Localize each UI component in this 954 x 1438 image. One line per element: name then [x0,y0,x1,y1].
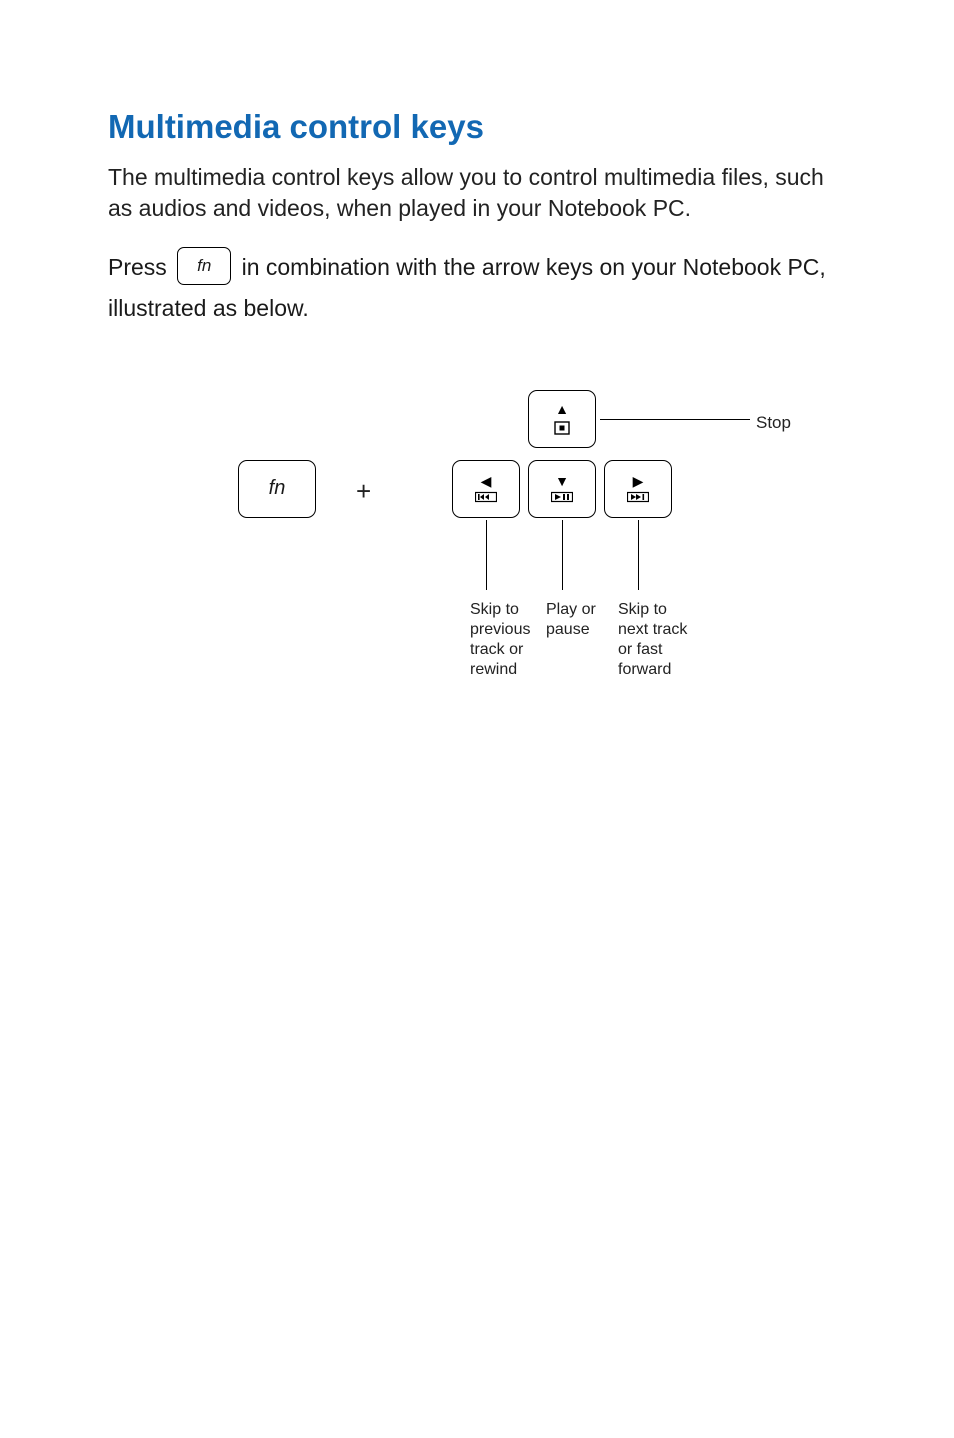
callout-line-down [562,520,563,590]
press-prefix: Press [108,254,173,280]
callout-line-stop [600,419,750,420]
play-pause-icon [551,491,573,503]
arrow-left-key: ◀ [452,460,520,518]
down-arrow-icon: ▼ [555,474,569,488]
callout-line-left [486,520,487,590]
previous-label: Skip to previous track or rewind [470,600,550,680]
arrow-up-key: ▲ [528,390,596,448]
play-pause-label: Play or pause [546,600,606,640]
fn-key-label: fn [269,477,286,500]
stop-icon [554,419,570,435]
arrow-down-key: ▼ [528,460,596,518]
up-arrow-icon: ▲ [555,402,569,416]
fn-key-inline: fn [177,247,231,285]
callout-line-right [638,520,639,590]
plus-symbol: + [356,476,371,507]
section-heading: Multimedia control keys [108,108,846,146]
stop-label: Stop [756,412,791,433]
intro-paragraph: The multimedia control keys allow you to… [108,162,846,224]
previous-track-icon [475,491,497,503]
next-label: Skip to next track or fast forward [618,600,698,680]
left-arrow-icon: ◀ [481,474,492,488]
arrow-right-key: ▶ [604,460,672,518]
right-arrow-icon: ▶ [633,474,644,488]
fn-key: fn [238,460,316,518]
press-instruction: Press fn in combination with the arrow k… [108,247,846,330]
manual-page: Multimedia control keys The multimedia c… [0,0,954,710]
next-track-icon [627,491,649,503]
key-diagram: fn + ▲ ◀ [238,390,954,710]
